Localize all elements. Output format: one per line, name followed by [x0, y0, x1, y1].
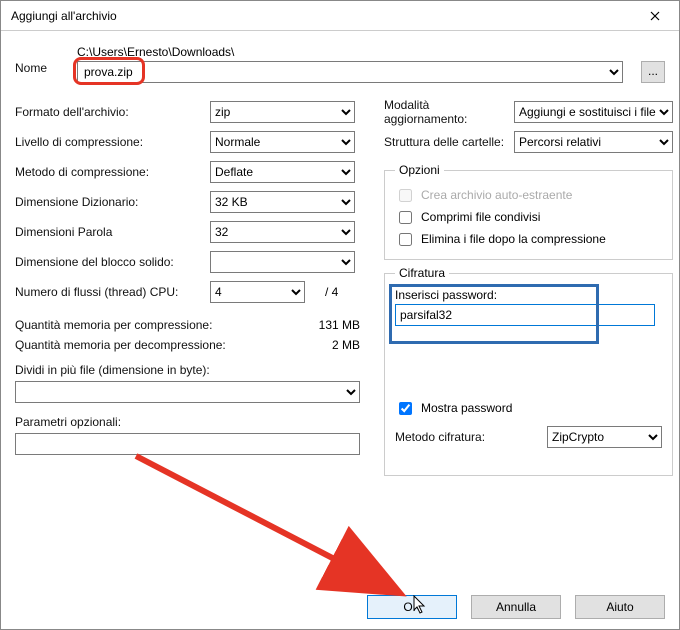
- close-button[interactable]: [635, 3, 675, 29]
- format-select[interactable]: zip: [210, 101, 355, 123]
- params-input[interactable]: [15, 433, 360, 455]
- mem-comp-value: 131 MB: [305, 318, 360, 332]
- shared-label: Comprimi file condivisi: [421, 210, 540, 224]
- password-label: Inserisci password:: [395, 288, 662, 302]
- dict-select[interactable]: 32 KB: [210, 191, 355, 213]
- threads-select[interactable]: 4: [210, 281, 305, 303]
- params-label: Parametri opzionali:: [15, 415, 360, 429]
- mem-comp-label: Quantità memoria per compressione:: [15, 318, 305, 332]
- paths-select[interactable]: Percorsi relativi: [514, 131, 673, 153]
- show-password-checkbox[interactable]: [399, 402, 412, 415]
- archive-name-input[interactable]: prova.zip: [77, 61, 623, 83]
- split-select[interactable]: [15, 381, 360, 403]
- word-select[interactable]: 32: [210, 221, 355, 243]
- show-password-label: Mostra password: [421, 401, 512, 415]
- method-select[interactable]: Deflate: [210, 161, 355, 183]
- level-label: Livello di compressione:: [15, 135, 210, 149]
- help-button[interactable]: Aiuto: [575, 595, 665, 619]
- enc-method-label: Metodo cifratura:: [395, 430, 547, 444]
- enc-method-select[interactable]: ZipCrypto: [547, 426, 662, 448]
- dict-label: Dimensione Dizionario:: [15, 195, 210, 209]
- cancel-button[interactable]: Annulla: [471, 595, 561, 619]
- update-select[interactable]: Aggiungi e sostituisci i file: [514, 101, 673, 123]
- word-label: Dimensioni Parola: [15, 225, 210, 239]
- encryption-fieldset: Cifratura Inserisci password: Mostra pas…: [384, 266, 673, 476]
- paths-label: Struttura delle cartelle:: [384, 135, 514, 149]
- name-label: Nome: [15, 45, 77, 75]
- options-fieldset: Opzioni Crea archivio auto-estraente Com…: [384, 163, 673, 260]
- content-area: Nome C:\Users\Ernesto\Downloads\ prova.z…: [1, 31, 679, 579]
- encryption-legend: Cifratura: [395, 266, 449, 280]
- threads-label: Numero di flussi (thread) CPU:: [15, 285, 210, 299]
- level-select[interactable]: Normale: [210, 131, 355, 153]
- options-legend: Opzioni: [395, 163, 444, 177]
- password-input[interactable]: [395, 304, 655, 326]
- shared-checkbox[interactable]: [399, 211, 412, 224]
- delete-checkbox[interactable]: [399, 233, 412, 246]
- mem-decomp-value: 2 MB: [305, 338, 360, 352]
- solid-select[interactable]: [210, 251, 355, 273]
- sfx-label: Crea archivio auto-estraente: [421, 188, 572, 202]
- browse-button[interactable]: ...: [641, 61, 665, 83]
- titlebar: Aggiungi all'archivio: [1, 1, 679, 31]
- dialog-window: Aggiungi all'archivio Nome C:\Users\Erne…: [0, 0, 680, 630]
- delete-label: Elimina i file dopo la compressione: [421, 232, 606, 246]
- close-icon: [650, 11, 660, 21]
- ok-button[interactable]: OK: [367, 595, 457, 619]
- archive-path: C:\Users\Ernesto\Downloads\: [77, 45, 665, 59]
- format-label: Formato dell'archivio:: [15, 105, 210, 119]
- threads-max: / 4: [325, 285, 338, 299]
- update-label: Modalità aggiornamento:: [384, 98, 514, 126]
- sfx-checkbox: [399, 189, 412, 202]
- solid-label: Dimensione del blocco solido:: [15, 255, 210, 269]
- split-label: Dividi in più file (dimensione in byte):: [15, 363, 360, 377]
- mem-decomp-label: Quantità memoria per decompressione:: [15, 338, 305, 352]
- footer: OK Annulla Aiuto: [367, 595, 665, 619]
- window-title: Aggiungi all'archivio: [11, 9, 117, 23]
- method-label: Metodo di compressione:: [15, 165, 210, 179]
